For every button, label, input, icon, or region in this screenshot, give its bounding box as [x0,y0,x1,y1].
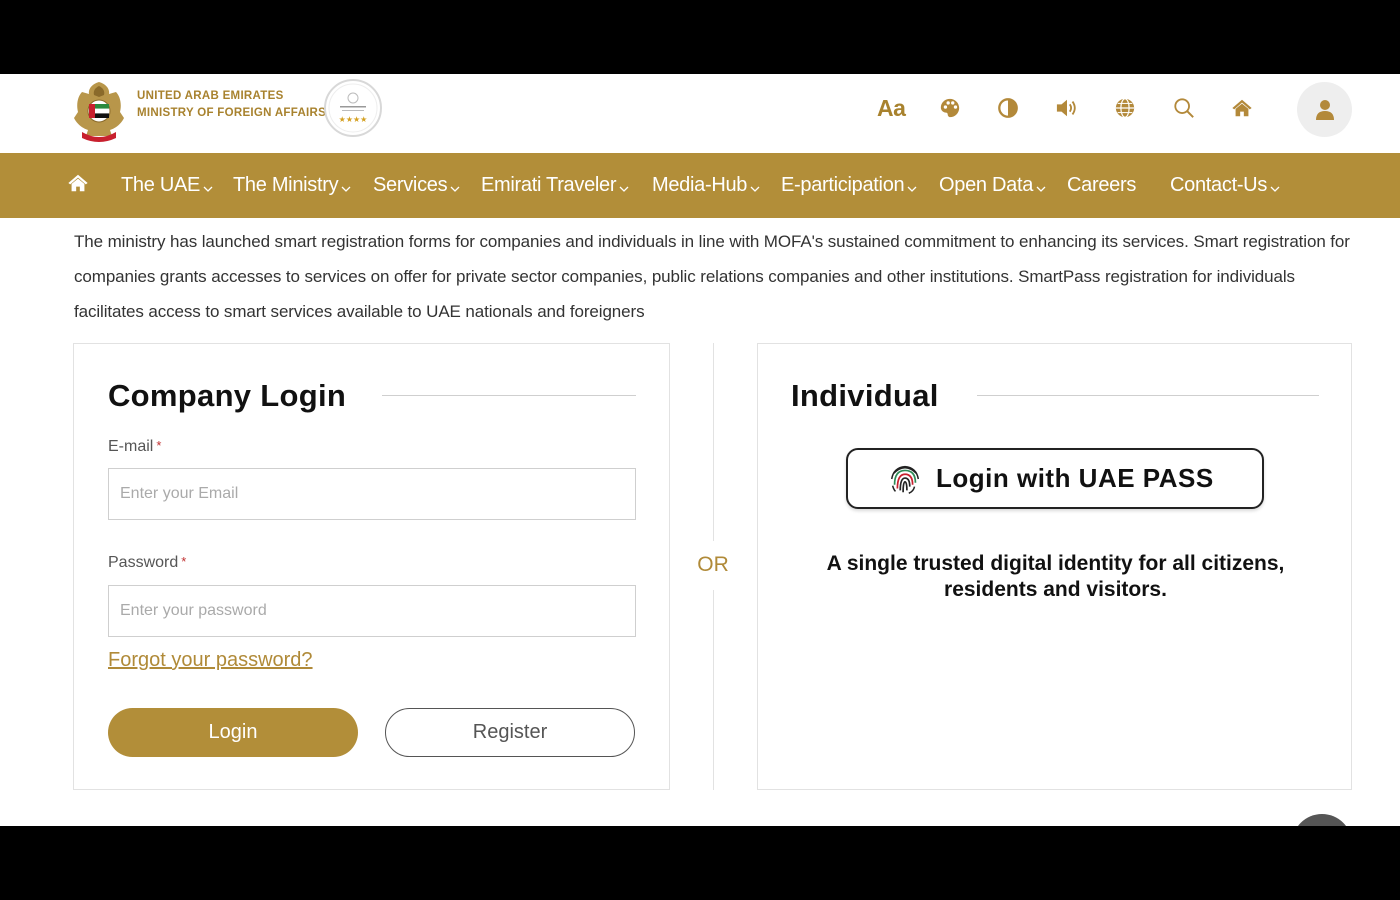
nav-item-emirati-traveler[interactable]: Emirati Traveler [481,153,629,218]
nav-item-label: Media-Hub [652,174,748,196]
org-name-line2: MINISTRY OF FOREIGN AFFAIRS [137,107,327,119]
search-icon [1174,98,1194,118]
chevron-down-icon [1036,186,1046,192]
font-size-icon: Aa [877,94,906,121]
password-label-text: Password [108,554,179,571]
home-button[interactable] [1213,92,1272,124]
company-login-card: Company Login E-mail* Password* Forgot y… [73,343,670,790]
org-name-line1: UNITED ARAB EMIRATES [137,90,284,102]
email-label-text: E-mail [108,438,154,455]
nav-item-media-hub[interactable]: Media-Hub [652,153,760,218]
chevron-down-icon [1270,186,1280,192]
individual-login-card: Individual Login with UAE PASS A single … [757,343,1352,790]
star-rating-badge: ★★★★ [324,79,382,137]
user-account-button[interactable] [1297,82,1352,137]
nav-item-label: E-participation [781,174,905,196]
chevron-down-icon [619,186,629,192]
nav-item-label: The UAE [121,174,201,196]
individual-title: Individual [791,378,939,413]
nav-item-contact-us[interactable]: Contact-Us [1170,153,1280,218]
nav-item-label: Open Data [939,174,1034,196]
org-name: UNITED ARAB EMIRATES MINISTRY OF FOREIGN… [137,88,326,122]
nav-item-e-participation[interactable]: E-participation [781,153,917,218]
svg-text:★★★★: ★★★★ [339,115,368,124]
fingerprint-icon [890,465,920,494]
user-icon [1315,99,1334,120]
page: UNITED ARAB EMIRATES MINISTRY OF FOREIGN… [0,74,1400,826]
or-label: OR [697,553,729,576]
intro-text: The ministry has launched smart registra… [74,232,1350,321]
required-mark: * [181,554,187,569]
chevron-down-icon [203,186,213,192]
uae-pass-description: A single trusted digital identity for al… [826,552,1285,601]
chevron-down-icon [750,186,760,192]
nav-item-careers[interactable]: Careers [1067,153,1136,218]
title-divider [382,395,636,396]
language-button[interactable] [1096,92,1155,124]
email-field[interactable] [108,468,636,520]
nav-item-label: The Ministry [233,174,339,196]
globe-icon [1116,98,1135,118]
or-divider-line-bottom [713,590,714,790]
main-nav: The UAE The Ministry Services Emirati Tr… [0,153,1400,218]
nav-item-the-uae[interactable]: The UAE [121,153,213,218]
speaker-icon [1056,99,1076,117]
forgot-password-link[interactable]: Forgot your password? [108,649,313,672]
text-to-speech-button[interactable] [1038,92,1097,124]
nav-item-label: Emirati Traveler [481,174,617,196]
company-login-title: Company Login [108,378,347,413]
nav-item-label: Services [373,174,448,196]
contrast-button[interactable] [979,92,1038,124]
site-header: UNITED ARAB EMIRATES MINISTRY OF FOREIGN… [0,74,1400,153]
uae-emblem-logo[interactable] [72,78,126,144]
nav-item-label: Careers [1067,174,1137,196]
nav-item-services[interactable]: Services [373,153,460,218]
accessibility-toolbar: Aa [862,92,1272,124]
password-field[interactable] [108,585,636,637]
uae-pass-label: Login with UAE PASS [936,463,1214,493]
palette-icon [940,98,959,118]
chevron-down-icon [907,186,917,192]
nav-home-icon[interactable] [67,172,89,194]
nav-item-open-data[interactable]: Open Data [939,153,1046,218]
login-button[interactable]: Login [108,708,358,757]
title-divider [977,395,1319,396]
font-size-button[interactable]: Aa [862,92,921,124]
password-label: Password * [108,554,186,572]
email-label: E-mail * [108,438,161,456]
nav-item-the-ministry[interactable]: The Ministry [233,153,351,218]
nav-item-label: Contact-Us [1170,174,1268,196]
register-button[interactable]: Register [385,708,635,757]
scroll-to-top-button[interactable] [1292,814,1352,826]
home-icon [1232,99,1252,117]
contrast-icon [998,98,1019,118]
uae-pass-login-button[interactable]: Login with UAE PASS [846,448,1264,509]
chevron-down-icon [450,186,460,192]
color-theme-button[interactable] [921,92,980,124]
or-divider-line-top [713,343,714,541]
chevron-down-icon [341,186,351,192]
required-mark: * [156,438,162,453]
search-button[interactable] [1155,92,1214,124]
